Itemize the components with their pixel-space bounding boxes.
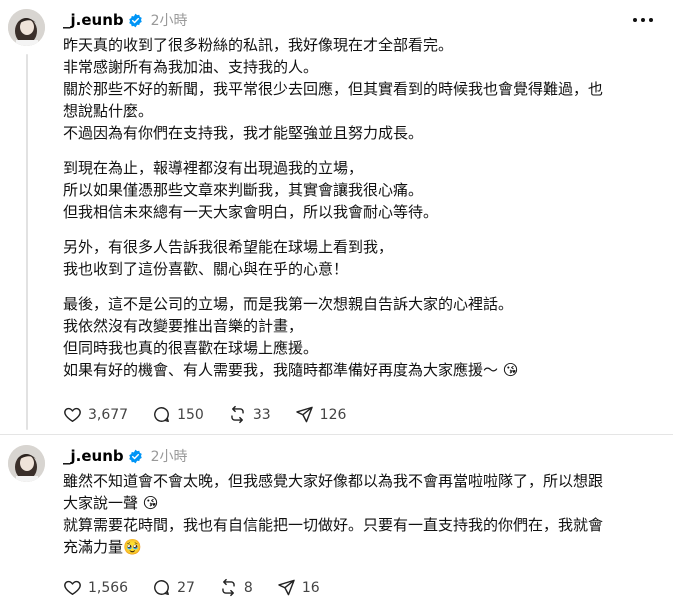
post-time: 2小時 (150, 449, 188, 465)
text-line: 不過因為有你們在支持我，我才能堅強並且努力成長。 (63, 124, 424, 142)
avatar[interactable] (8, 445, 45, 482)
action-bar: 3,677 150 33 126 (63, 405, 370, 424)
text-line: 我依然沒有改變要推出音樂的計畫， (63, 317, 304, 335)
like-count: 1,566 (88, 579, 129, 596)
like-button[interactable]: 1,566 (63, 578, 128, 597)
username[interactable]: _j.eunb (63, 447, 124, 465)
repost-icon (222, 578, 235, 597)
paragraph: 最後，這不是公司的立場，而是我第一次想親自告訴大家的心裡話。 我依然沒有改變要推… (63, 293, 663, 381)
post: _j.eunb 2小時 雖然不知道會不會太晚，但我感覺大家好像都以為我不會再當啦… (0, 436, 673, 609)
verified-icon (128, 449, 143, 464)
like-count: 3,677 (88, 406, 129, 423)
repost-icon (231, 405, 244, 424)
text-line: 想說點什麼。 (63, 102, 154, 120)
repost-button[interactable]: 33 (228, 405, 271, 424)
text-line: 大家說一聲 😘 (63, 494, 159, 512)
heart-icon (64, 407, 81, 422)
post: _j.eunb 2小時 昨天真的收到了很多粉絲的私訊，我好像現在才全部看完。 非… (0, 0, 673, 433)
text-line: 但我相信未來總有一天大家會明白，所以我會耐心等待。 (63, 203, 439, 221)
text-line: 到現在為止，報導裡都沒有出現過我的立場， (63, 159, 364, 177)
reply-button[interactable]: 27 (152, 578, 195, 597)
share-button[interactable]: 126 (295, 405, 347, 424)
paragraph: 雖然不知道會不會太晚，但我感覺大家好像都以為我不會再當啦啦隊了，所以想跟 大家說… (63, 470, 663, 558)
paragraph: 到現在為止，報導裡都沒有出現過我的立場， 所以如果僅憑那些文章來判斷我，其實會讓… (63, 157, 663, 223)
reply-count: 27 (177, 579, 195, 596)
text-line: 就算需要花時間，我也有自信能把一切做好。只要有一直支持我的你們在，我就會 (63, 516, 604, 534)
share-button[interactable]: 16 (277, 578, 320, 597)
verified-icon (128, 13, 143, 28)
post-header: _j.eunb 2小時 (63, 445, 188, 467)
text-line: 昨天真的收到了很多粉絲的私訊，我好像現在才全部看完。 (63, 36, 454, 54)
reply-button[interactable]: 150 (152, 405, 204, 424)
text-line: 所以如果僅憑那些文章來判斷我，其實會讓我很心痛。 (63, 181, 424, 199)
post-text: 雖然不知道會不會太晚，但我感覺大家好像都以為我不會再當啦啦隊了，所以想跟 大家說… (63, 470, 663, 571)
action-bar: 1,566 27 8 16 (63, 578, 344, 597)
share-icon (295, 406, 313, 423)
share-count: 16 (301, 579, 320, 596)
repost-button[interactable]: 8 (219, 578, 253, 597)
paragraph: 另外，有很多人告訴我很希望能在球場上看到我， 我也收到了這份喜歡、關心與在乎的心… (63, 236, 663, 280)
like-button[interactable]: 3,677 (63, 405, 128, 424)
more-icon[interactable] (630, 10, 656, 30)
text-line: 但同時我也真的很喜歡在球場上應援。 (63, 339, 319, 357)
text-line: 如果有好的機會、有人需要我，我隨時都準備好再度為大家應援～ 😘 (63, 361, 519, 379)
heart-icon (64, 580, 81, 595)
divider (0, 434, 673, 435)
share-icon (278, 579, 295, 596)
post-text: 昨天真的收到了很多粉絲的私訊，我好像現在才全部看完。 非常感謝所有為我加油、支持… (63, 34, 663, 394)
username[interactable]: _j.eunb (63, 11, 124, 29)
avatar[interactable] (8, 9, 45, 46)
repost-count: 33 (252, 406, 271, 423)
comment-icon (154, 580, 170, 596)
share-count: 126 (319, 406, 347, 423)
text-line: 另外，有很多人告訴我很希望能在球場上看到我， (63, 238, 394, 256)
repost-count: 8 (243, 579, 253, 596)
reply-count: 150 (177, 406, 204, 423)
comment-icon (154, 407, 170, 423)
text-line: 關於那些不好的新聞，我平常很少去回應，但其實看到的時候我也會覺得難過，也 (63, 80, 604, 98)
thread-line (26, 54, 28, 430)
text-line: 非常感謝所有為我加油、支持我的人。 (63, 58, 319, 76)
text-line: 最後，這不是公司的立場，而是我第一次想親自告訴大家的心裡話。 (63, 295, 514, 313)
post-header: _j.eunb 2小時 (63, 9, 188, 31)
paragraph: 昨天真的收到了很多粉絲的私訊，我好像現在才全部看完。 非常感謝所有為我加油、支持… (63, 34, 663, 144)
text-line: 我也收到了這份喜歡、關心與在乎的心意！ (63, 260, 349, 278)
text-line: 充滿力量🥹 (63, 538, 142, 556)
text-line: 雖然不知道會不會太晚，但我感覺大家好像都以為我不會再當啦啦隊了，所以想跟 (63, 472, 604, 490)
post-time: 2小時 (150, 13, 188, 29)
